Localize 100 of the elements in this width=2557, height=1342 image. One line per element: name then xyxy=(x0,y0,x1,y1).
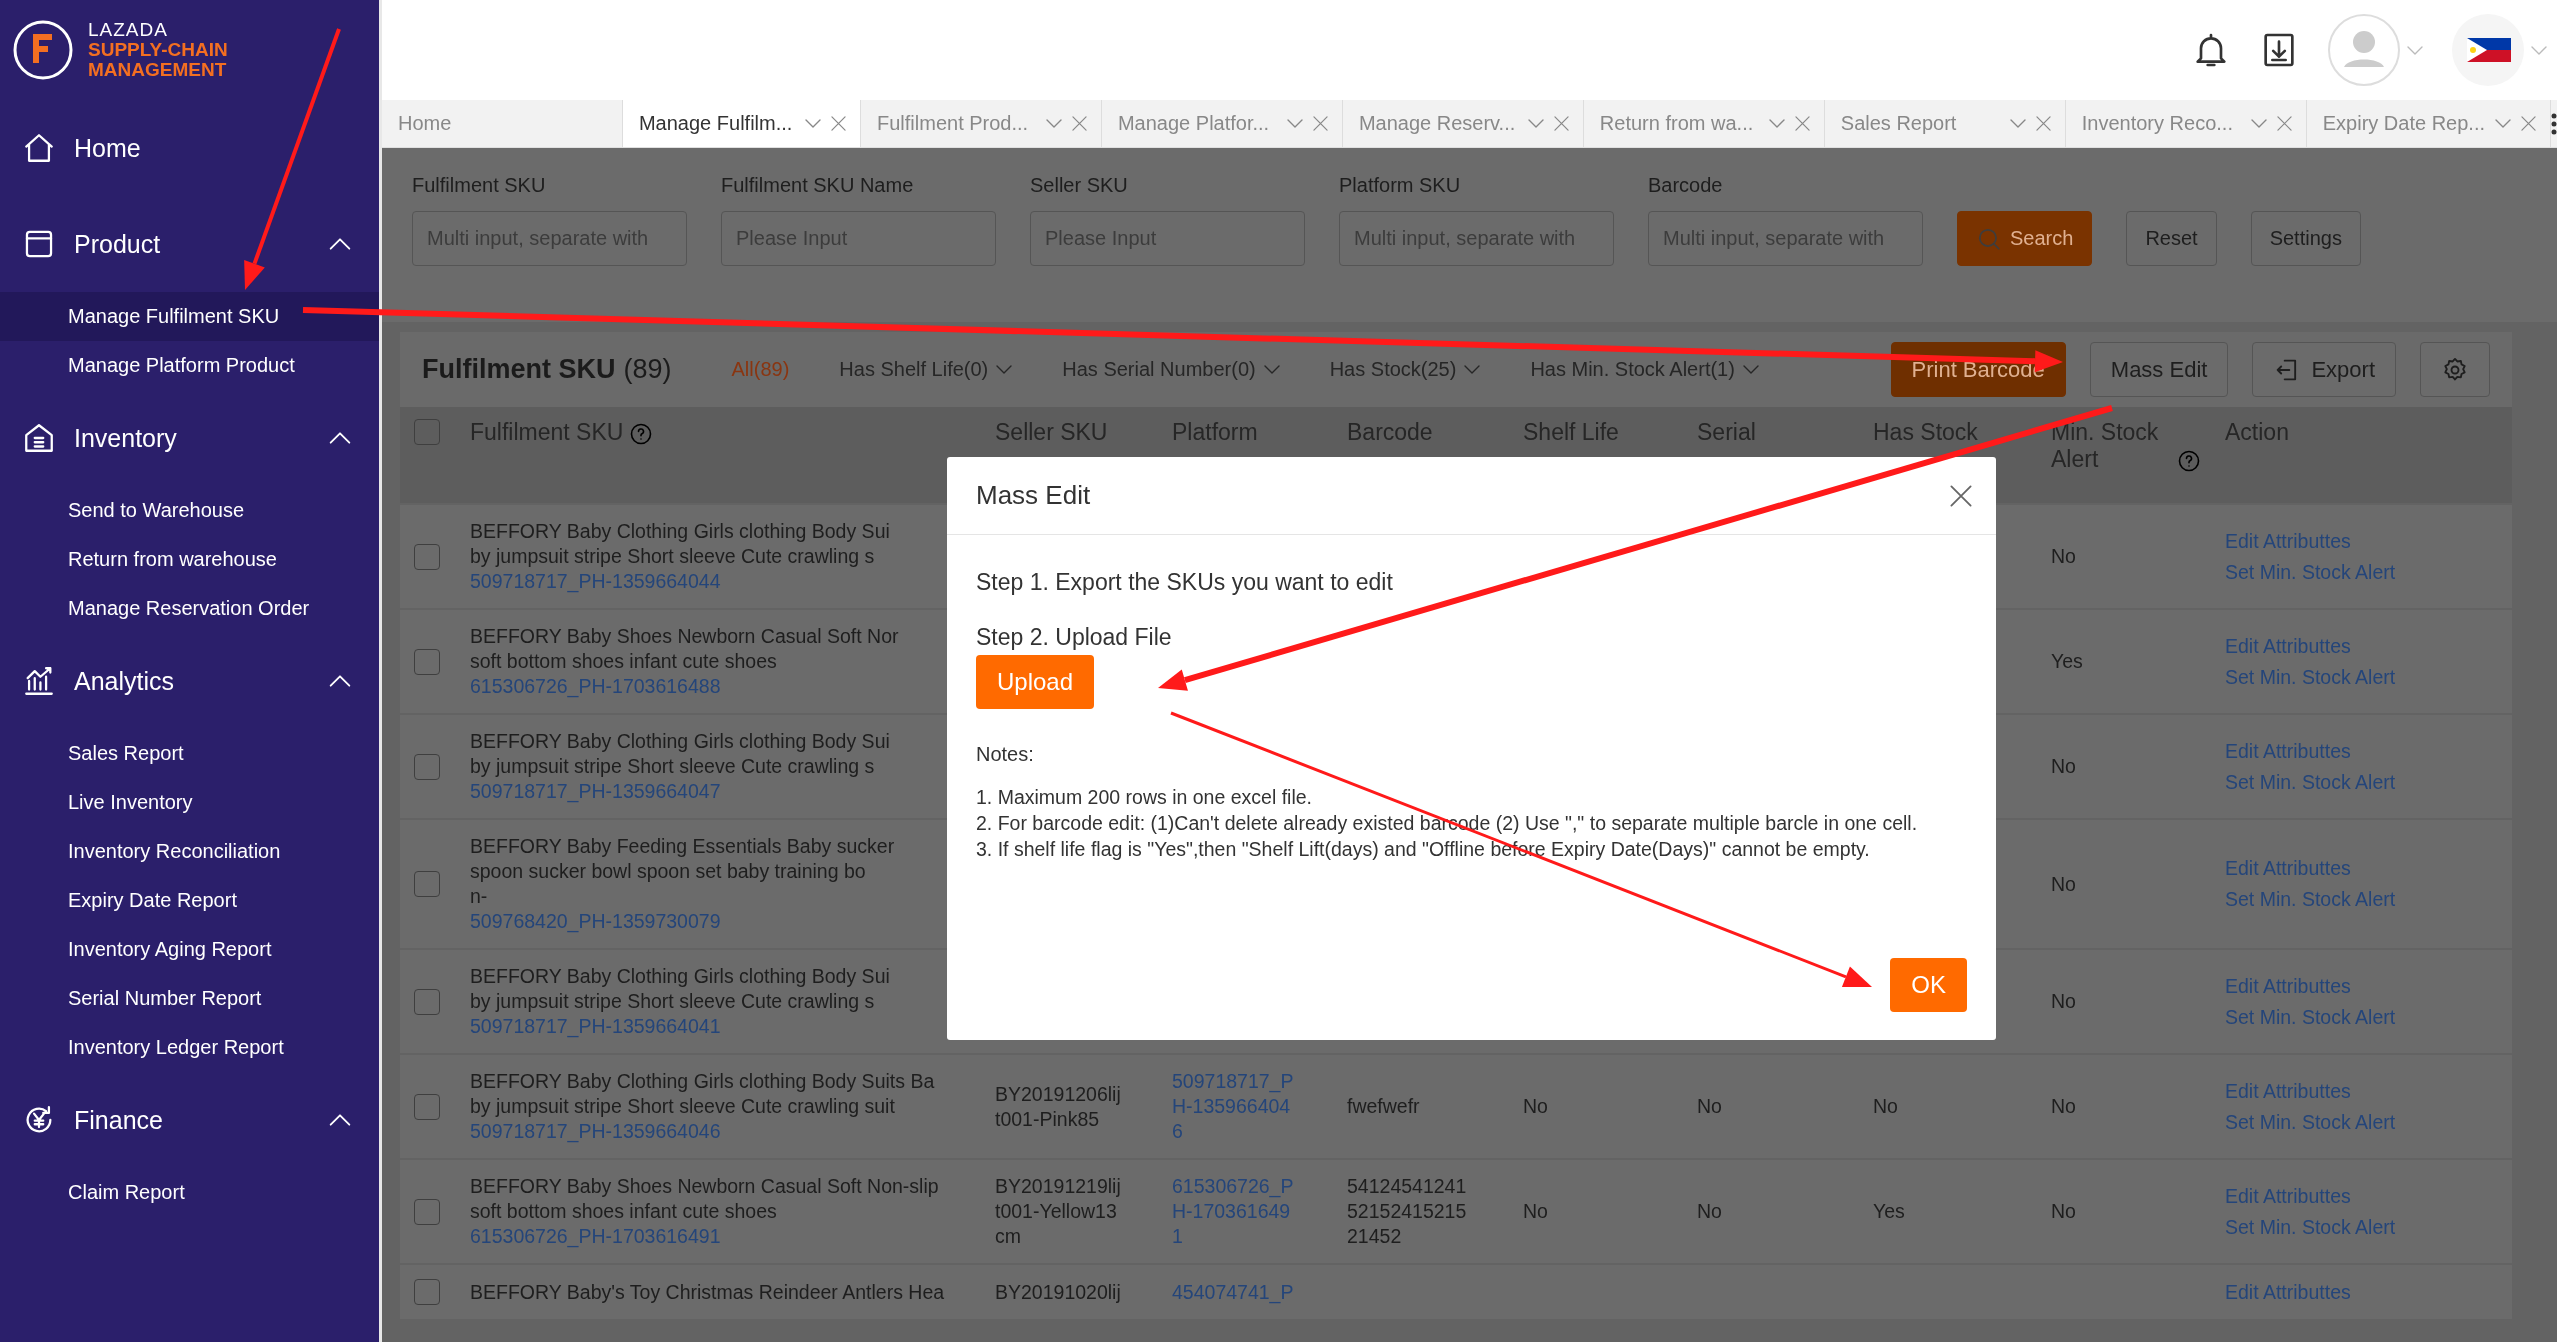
logo-icon xyxy=(12,19,74,81)
sidebar-item[interactable]: Manage Platform Product xyxy=(0,341,379,390)
field-label: Platform SKU xyxy=(1339,174,1462,197)
logo-brand: LAZADA xyxy=(88,20,169,40)
close-icon[interactable] xyxy=(2035,116,2051,131)
action-link[interactable]: Set Min. Stock Alert xyxy=(2225,664,2396,690)
sidebar-item[interactable]: Claim Report xyxy=(0,1168,379,1217)
sidebar-item[interactable]: Inventory Ledger Report xyxy=(0,1023,379,1072)
settings-button[interactable]: Settings xyxy=(2250,211,2361,266)
sku-link[interactable]: 509718717_PH-1359664044 xyxy=(470,569,721,594)
sidebar-item[interactable]: Expiry Date Report xyxy=(0,876,379,925)
sidebar-section[interactable]: Finance xyxy=(74,1105,311,1135)
filter-chip[interactable]: Has Serial Number(0) xyxy=(1062,358,1280,381)
chevron-down-icon xyxy=(1768,119,1785,128)
sidebar-item[interactable]: Sales Report xyxy=(0,729,379,778)
sidebar-section[interactable]: Home xyxy=(74,133,351,163)
action-link[interactable]: Edit Attributtes xyxy=(2225,1279,2351,1305)
sidebar-item[interactable]: Live Inventory xyxy=(0,778,379,827)
product-name: BEFFORY Baby Feeding Essentials Baby sucker spoon sucker bowl spoon set baby training bo n- xyxy=(470,834,895,909)
checkbox[interactable] xyxy=(414,1279,440,1305)
checkbox[interactable] xyxy=(414,753,440,780)
checkbox[interactable] xyxy=(414,543,440,570)
export-button[interactable]: Export xyxy=(2252,342,2396,397)
sku-link[interactable]: 509718717_PH-1359664041 xyxy=(470,1014,721,1039)
action-link[interactable]: Set Min. Stock Alert xyxy=(2225,769,2396,795)
flag-icon[interactable] xyxy=(2451,13,2525,87)
action-link[interactable]: Edit Attributtes xyxy=(2225,633,2351,659)
sidebar-item[interactable]: Inventory Reconciliation xyxy=(0,827,379,876)
sidebar-item[interactable]: Inventory Aging Report xyxy=(0,925,379,974)
platform-sku-link[interactable]: 615306726_P H-170361649 1 xyxy=(1172,1174,1294,1249)
close-icon[interactable] xyxy=(831,116,846,131)
table-count: (89) xyxy=(623,354,672,385)
sidebar-item[interactable]: Serial Number Report xyxy=(0,974,379,1023)
chevron-down-icon xyxy=(2531,45,2547,55)
action-link[interactable]: Set Min. Stock Alert xyxy=(2225,559,2396,585)
table-cell: No xyxy=(1523,1199,1548,1224)
action-link[interactable]: Set Min. Stock Alert xyxy=(2225,1004,2396,1030)
chevron-down-icon xyxy=(2495,119,2511,128)
settings-button[interactable] xyxy=(2420,342,2490,397)
sku-link[interactable]: 615306726_PH-1703616488 xyxy=(470,674,721,699)
table-cell: BY20191219lij t001-Yellow13 cm xyxy=(995,1174,1121,1249)
table-title: Fulfilment SKU xyxy=(422,354,616,385)
checkbox[interactable] xyxy=(414,648,440,675)
close-icon[interactable] xyxy=(1312,116,1328,131)
filter-chip[interactable]: Has Shelf Life(0) xyxy=(839,358,1013,381)
sidebar-item[interactable]: Return from warehouse xyxy=(0,535,379,584)
sidebar-section[interactable]: Inventory xyxy=(74,423,311,453)
more-icon[interactable] xyxy=(2551,112,2557,135)
sku-link[interactable]: 615306726_PH-1703616491 xyxy=(470,1224,721,1249)
sidebar-section[interactable]: Product xyxy=(74,229,311,259)
platform-sku-link[interactable]: 454074741_P xyxy=(1172,1279,1294,1305)
step-text: Step 1. Export the SKUs you want to edit xyxy=(976,569,1393,596)
product-name: BEFFORY Baby Shoes Newborn Casual Soft Nor soft bottom shoes infant cute shoes xyxy=(470,624,899,674)
filter-chip[interactable]: Has Stock(25) xyxy=(1329,358,1481,381)
column-header: Has Stock xyxy=(1873,419,1978,446)
notes-title: Notes: xyxy=(976,743,1034,766)
action-link[interactable]: Edit Attributtes xyxy=(2225,1183,2351,1209)
platform-sku-link[interactable]: 509718717_P H-135966404 6 xyxy=(1172,1069,1294,1144)
column-header: Action xyxy=(2225,419,2289,446)
close-icon[interactable] xyxy=(1950,484,1972,507)
sidebar-item[interactable]: Manage Reservation Order xyxy=(0,584,379,633)
close-icon[interactable] xyxy=(1071,116,1087,131)
action-link[interactable]: Edit Attributtes xyxy=(2225,1078,2351,1104)
sidebar-section[interactable]: Analytics xyxy=(74,666,311,696)
filter-chip[interactable]: Has Min. Stock Alert(1) xyxy=(1530,358,1759,381)
action-link[interactable]: Set Min. Stock Alert xyxy=(2225,1214,2396,1240)
upload-button[interactable]: Upload xyxy=(976,655,1095,709)
table-cell: 54124541241 52152415215 21452 xyxy=(1347,1174,1467,1249)
action-link[interactable]: Edit Attributtes xyxy=(2225,973,2351,999)
mass-edit-button[interactable]: Mass Edit xyxy=(2089,342,2229,397)
checkbox[interactable] xyxy=(414,419,440,445)
column-header: Fulfilment SKU xyxy=(470,419,624,446)
reset-button[interactable]: Reset xyxy=(2126,211,2217,266)
warehouse-icon xyxy=(22,421,56,455)
sku-link[interactable]: 509718717_PH-1359664047 xyxy=(470,779,721,804)
action-link[interactable]: Set Min. Stock Alert xyxy=(2225,1109,2396,1135)
home-icon xyxy=(22,131,56,165)
table-cell: No xyxy=(2051,989,2076,1014)
chevron-down-icon xyxy=(1527,119,1544,128)
tab[interactable]: Manage Fulfilm... xyxy=(622,100,861,147)
action-link[interactable]: Edit Attributtes xyxy=(2225,738,2351,764)
sidebar-item[interactable]: Send to Warehouse xyxy=(0,486,379,535)
sku-link[interactable]: 509768420_PH-1359730079 xyxy=(470,909,721,934)
search-button[interactable]: Search xyxy=(1957,211,2093,266)
close-icon[interactable] xyxy=(2276,116,2292,131)
action-link[interactable]: Edit Attributtes xyxy=(2225,856,2351,881)
close-icon[interactable] xyxy=(2521,116,2536,131)
sku-link[interactable]: 509718717_PH-1359664046 xyxy=(470,1119,721,1144)
close-icon[interactable] xyxy=(1553,116,1569,131)
checkbox[interactable] xyxy=(414,988,440,1015)
checkbox[interactable] xyxy=(414,1198,440,1225)
checkbox[interactable] xyxy=(414,1093,440,1120)
sidebar-item[interactable]: Manage Fulfilment SKU xyxy=(0,292,379,341)
close-icon[interactable] xyxy=(1794,116,1810,131)
action-link[interactable]: Edit Attributtes xyxy=(2225,528,2351,554)
action-link[interactable]: Set Min. Stock Alert xyxy=(2225,887,2396,912)
ok-button[interactable]: OK xyxy=(1890,958,1967,1012)
table-cell: BY20191206lij t001-Pink85 xyxy=(995,1081,1121,1132)
avatar-icon[interactable] xyxy=(2327,13,2401,87)
checkbox[interactable] xyxy=(414,871,440,897)
